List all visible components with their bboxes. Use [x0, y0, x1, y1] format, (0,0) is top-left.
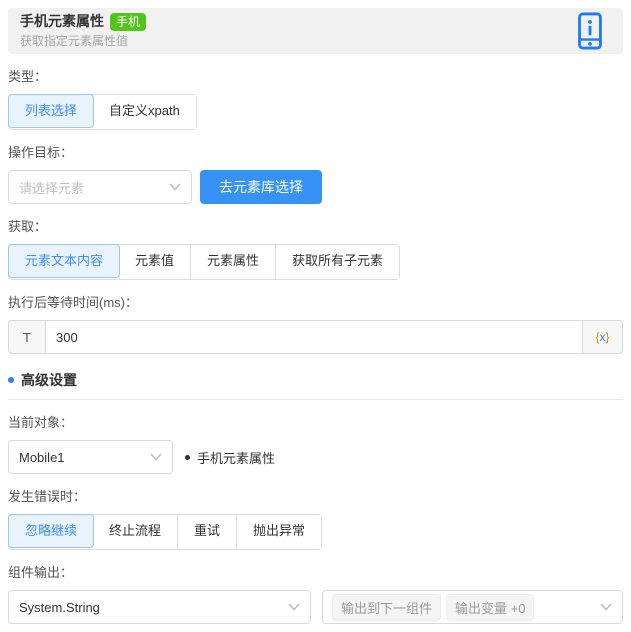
output-variable-tag: 输出变量 +0	[446, 593, 535, 621]
header-titles: 手机元素属性 手机 获取指定元素属性值	[20, 13, 147, 49]
brace-close: }	[605, 330, 610, 344]
text-type-prefix: T	[9, 321, 46, 353]
chevron-down-icon	[600, 603, 612, 611]
output-next-component-tag: 输出到下一组件	[332, 593, 442, 621]
component-config-panel: 手机元素属性 手机 获取指定元素属性值 类型： 列表选择 自定义xpath 操作…	[0, 0, 631, 632]
target-select-placeholder: 请选择元素	[19, 180, 85, 196]
output-type-select[interactable]: System.String	[8, 590, 311, 624]
fetch-label: 获取：	[8, 219, 48, 234]
error-label: 发生错误时：	[8, 489, 87, 504]
type-label: 类型：	[8, 69, 48, 84]
target-label: 操作目标：	[8, 145, 74, 160]
output-label: 组件输出：	[8, 565, 74, 580]
error-option-retry[interactable]: 重试	[177, 515, 237, 549]
target-element-select[interactable]: 请选择元素	[8, 170, 192, 204]
bullet-icon	[185, 454, 190, 460]
wait-time-label: 执行后等待时间(ms)：	[8, 295, 138, 310]
platform-badge: 手机	[110, 13, 147, 31]
wait-time-input-group: T {x}	[8, 320, 623, 354]
error-option-stop-flow[interactable]: 终止流程	[93, 515, 178, 549]
current-object-hint: 手机元素属性	[185, 448, 275, 467]
error-option-ignore-continue[interactable]: 忽略继续	[8, 514, 95, 548]
fetch-option-text-content[interactable]: 元素文本内容	[8, 244, 121, 278]
fetch-option-all-children[interactable]: 获取所有子元素	[275, 245, 400, 279]
chevron-down-icon	[169, 183, 181, 191]
type-option-custom-xpath[interactable]: 自定义xpath	[93, 95, 196, 129]
chevron-down-icon	[288, 603, 300, 611]
output-type-value: System.String	[19, 599, 100, 615]
advanced-settings-title: 高级设置	[21, 372, 77, 388]
current-object-value: Mobile1	[19, 449, 65, 465]
bullet-icon	[8, 377, 14, 383]
component-header: 手机元素属性 手机 获取指定元素属性值	[8, 8, 623, 54]
error-segmented-control: 忽略继续 终止流程 重试 抛出异常	[8, 514, 323, 550]
open-element-library-button[interactable]: 去元素库选择	[200, 170, 322, 204]
page-title: 手机元素属性	[20, 13, 104, 30]
current-object-label: 当前对象：	[8, 415, 74, 430]
page-subtitle: 获取指定元素属性值	[20, 34, 129, 48]
fetch-option-element-value[interactable]: 元素值	[119, 245, 191, 279]
advanced-settings-header[interactable]: 高级设置	[8, 370, 623, 390]
chevron-down-icon	[150, 453, 162, 461]
fetch-option-element-attribute[interactable]: 元素属性	[190, 245, 276, 279]
wait-time-input[interactable]	[46, 321, 582, 353]
fetch-segmented-control: 元素文本内容 元素值 元素属性 获取所有子元素	[8, 244, 401, 280]
section-divider	[8, 399, 623, 400]
current-object-select[interactable]: Mobile1	[8, 440, 173, 474]
error-option-throw[interactable]: 抛出异常	[236, 515, 322, 549]
current-object-hint-text: 手机元素属性	[197, 450, 276, 466]
type-segmented-control: 列表选择 自定义xpath	[8, 94, 197, 130]
variable-picker-icon[interactable]: {x}	[582, 321, 622, 353]
mobile-info-icon	[578, 12, 602, 50]
type-option-list-select[interactable]: 列表选择	[8, 94, 95, 128]
output-destination-select[interactable]: 输出到下一组件 输出变量 +0	[322, 590, 623, 624]
